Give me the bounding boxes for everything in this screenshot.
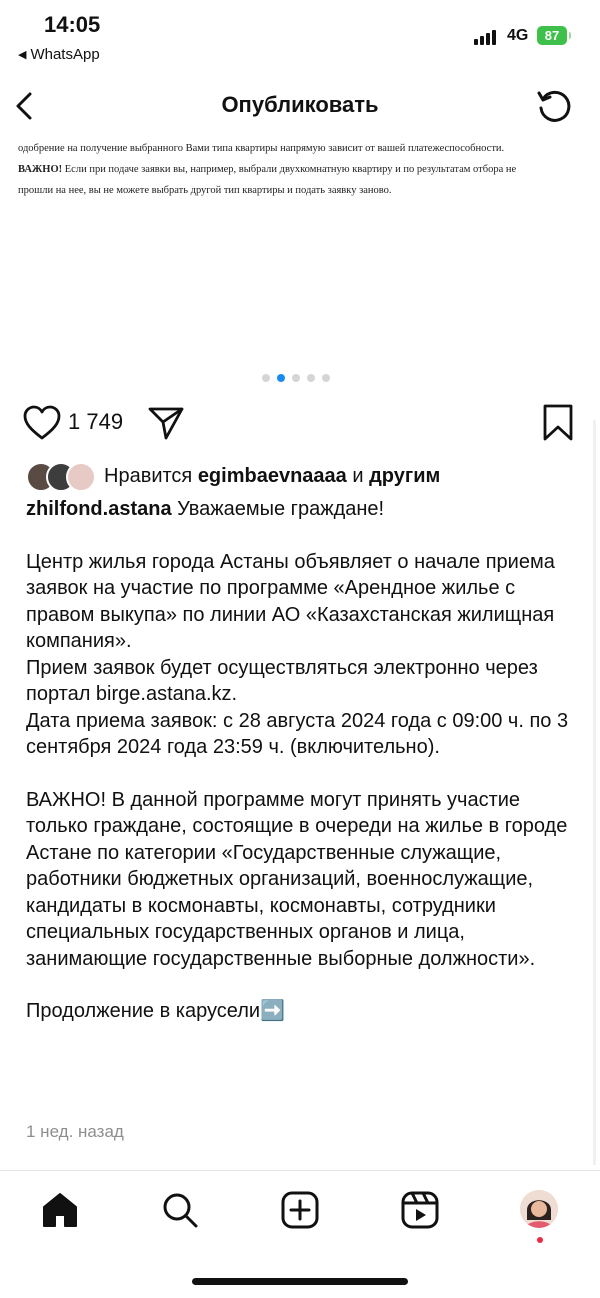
doc-line: прошли на нее, вы не можете выбрать друг… <box>18 185 392 196</box>
reload-icon[interactable] <box>534 86 574 126</box>
post-caption: zhilfond.astana Уважаемые граждане! Цент… <box>26 496 576 1025</box>
carousel-dot-active <box>277 374 285 382</box>
status-time: 14:05 <box>44 12 101 37</box>
carousel-dot <box>322 374 330 382</box>
doc-important: ВАЖНО! <box>18 164 63 175</box>
network-type: 4G <box>507 27 529 44</box>
notification-dot <box>537 1237 543 1243</box>
battery-level: 87 <box>544 28 560 43</box>
tabbar-divider <box>0 1170 600 1171</box>
profile-avatar[interactable] <box>520 1190 558 1228</box>
back-arrow-icon[interactable] <box>10 88 40 124</box>
send-icon[interactable] <box>147 404 185 442</box>
caption-paragraph: Прием заявок будет осуществляться электр… <box>26 656 538 706</box>
carousel-dot <box>292 374 300 382</box>
signal-icon <box>474 30 496 45</box>
post-image[interactable]: одобрение на получение выбранного Вами т… <box>18 138 588 201</box>
back-app-label: WhatsApp <box>30 46 100 63</box>
like-count[interactable]: 1 749 <box>68 409 123 435</box>
liker-avatars[interactable] <box>26 462 98 492</box>
caption-paragraph: Центр жилья города Астаны объявляет о на… <box>26 550 555 653</box>
carousel-dot <box>307 374 315 382</box>
arrow-right-emoji-icon: ➡️ <box>260 1000 285 1022</box>
caption-paragraph: ВАЖНО! В данной программе могут принять … <box>26 788 568 970</box>
liked-by-middle: и <box>346 465 370 487</box>
create-icon[interactable] <box>280 1190 320 1230</box>
caption-first-line: zhilfond.astana Уважаемые граждане! <box>26 496 576 523</box>
back-to-app-link[interactable]: ◀ WhatsApp <box>18 46 100 63</box>
reels-icon[interactable] <box>400 1190 440 1230</box>
doc-line: одобрение на получение выбранного Вами т… <box>18 143 505 154</box>
battery-icon: 87 <box>537 26 571 45</box>
liked-by-user[interactable]: egimbaevnaaaa <box>198 465 347 487</box>
avatar <box>66 462 96 492</box>
liked-by-prefix: Нравится <box>104 465 198 487</box>
liked-by-others[interactable]: другим <box>369 465 440 487</box>
profile-photo-icon <box>520 1190 558 1228</box>
caption-continue-text: Продолжение в карусели <box>26 1000 261 1022</box>
carousel-indicator <box>262 374 330 382</box>
doc-text: Если при подаче заявки вы, например, выб… <box>62 164 517 175</box>
post-time-ago: 1 нед. назад <box>26 1122 124 1141</box>
doc-line: ВАЖНО! Если при подаче заявки вы, наприм… <box>18 159 588 180</box>
home-indicator[interactable] <box>192 1278 408 1285</box>
caption-paragraph: Дата приема заявок: с 28 августа 2024 го… <box>26 709 569 759</box>
caption-username[interactable]: zhilfond.astana <box>26 498 172 520</box>
heart-icon[interactable] <box>22 404 62 442</box>
carousel-dot <box>262 374 270 382</box>
search-icon[interactable] <box>160 1190 200 1230</box>
bookmark-icon[interactable] <box>540 403 576 443</box>
caption-paragraph: Продолжение в карусели➡️ <box>26 998 576 1025</box>
scrollbar[interactable] <box>593 420 596 1165</box>
caption-greeting: Уважаемые граждане! <box>171 498 385 520</box>
page-title: Опубликовать <box>221 92 379 117</box>
back-triangle-icon: ◀ <box>18 49 27 61</box>
liked-by-text[interactable]: Нравится egimbaevnaaaa и другим <box>104 465 440 488</box>
home-icon[interactable] <box>40 1190 80 1230</box>
